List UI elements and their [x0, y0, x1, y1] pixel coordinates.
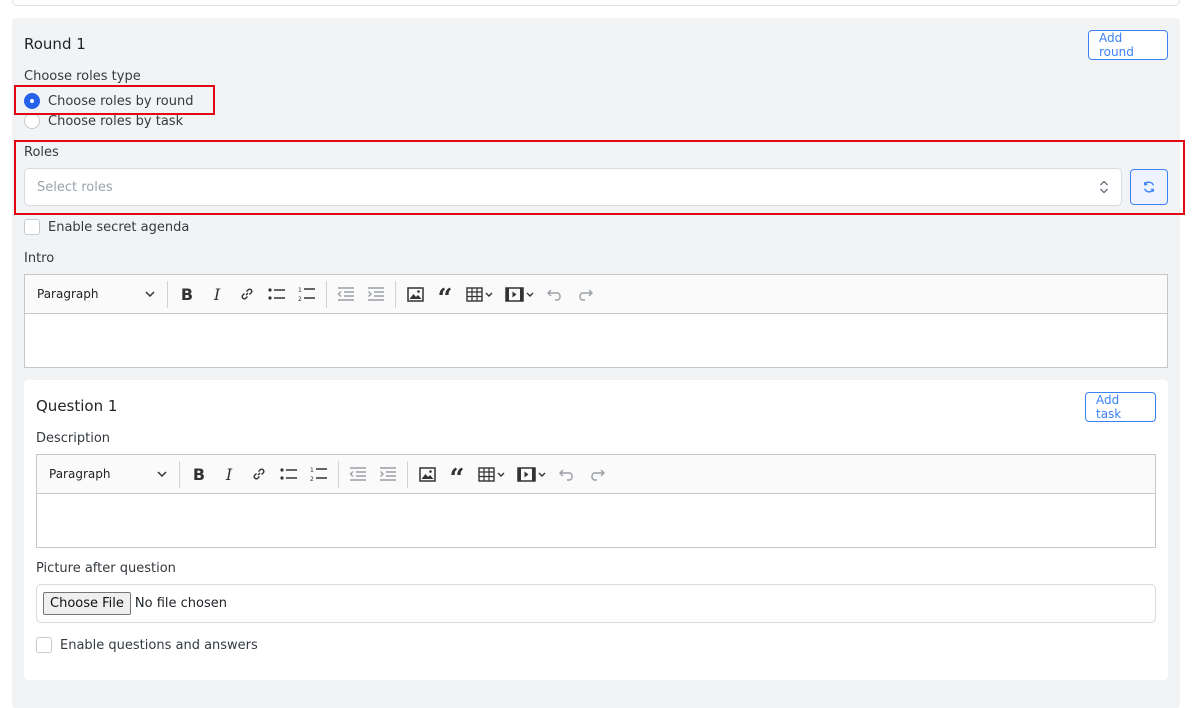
undo-button[interactable] [540, 279, 570, 309]
numbered-list-icon: 12 [310, 467, 327, 482]
insert-image-button[interactable] [400, 279, 430, 309]
previous-card-edge [12, 0, 1180, 6]
outdent-button[interactable] [331, 279, 361, 309]
insert-image-button[interactable] [412, 459, 442, 489]
redo-button[interactable] [570, 279, 600, 309]
heading-select-value: Paragraph [49, 467, 111, 481]
media-icon [505, 286, 534, 302]
secret-agenda-checkbox-row[interactable]: Enable secret agenda [24, 219, 189, 235]
quote-icon: “ [437, 284, 453, 314]
bulleted-list-icon [280, 468, 297, 480]
undo-icon [559, 469, 573, 481]
intro-editor: Paragraph B I 12 “ [24, 274, 1168, 368]
link-icon [241, 288, 253, 300]
intro-editor-content[interactable] [25, 314, 1167, 367]
toolbar-separator [167, 280, 168, 308]
indent-icon [380, 467, 396, 481]
bulleted-list-button[interactable] [262, 279, 292, 309]
indent-button[interactable] [361, 279, 391, 309]
media-icon [517, 466, 546, 482]
svg-text:1: 1 [298, 287, 302, 294]
toolbar-separator [326, 280, 327, 308]
radio-unchecked-icon[interactable] [24, 113, 40, 129]
secret-agenda-label: Enable secret agenda [48, 219, 190, 235]
numbered-list-button[interactable]: 12 [304, 459, 334, 489]
description-toolbar: Paragraph B I 12 “ [37, 455, 1155, 494]
bulleted-list-button[interactable] [274, 459, 304, 489]
question-title: Question 1 [36, 397, 118, 415]
svg-text:1: 1 [310, 467, 314, 474]
chevron-down-icon [157, 471, 167, 477]
redo-button[interactable] [582, 459, 612, 489]
qa-checkbox-row[interactable]: Enable questions and answers [36, 637, 258, 653]
link-icon [253, 468, 265, 480]
toolbar-separator [338, 460, 339, 488]
bold-icon: B [192, 464, 206, 484]
italic-icon: I [213, 284, 221, 304]
outdent-icon [349, 467, 366, 481]
redo-icon [579, 289, 593, 301]
table-icon [478, 466, 505, 482]
italic-icon: I [225, 464, 233, 484]
highlight-box-radio [14, 85, 215, 115]
redo-icon [591, 469, 605, 481]
heading-select-value: Paragraph [37, 287, 99, 301]
description-label: Description [36, 431, 111, 446]
quote-icon: “ [449, 464, 465, 494]
indent-button[interactable] [373, 459, 403, 489]
description-editor: Paragraph B I 12 “ [36, 454, 1156, 548]
toolbar-separator [179, 460, 180, 488]
add-round-button[interactable]: Add round [1088, 30, 1168, 60]
undo-button[interactable] [552, 459, 582, 489]
secret-agenda-checkbox[interactable] [24, 219, 40, 235]
image-icon [418, 466, 436, 482]
radio-by-task-label: Choose roles by task [48, 113, 184, 129]
heading-select[interactable]: Paragraph [41, 459, 175, 489]
link-button[interactable] [244, 459, 274, 489]
outdent-button[interactable] [343, 459, 373, 489]
description-editor-content[interactable] [37, 494, 1155, 547]
toolbar-separator [407, 460, 408, 488]
roles-type-label: Choose roles type [24, 69, 141, 84]
round-title: Round 1 [24, 35, 86, 53]
table-icon [466, 286, 493, 302]
choose-file-button[interactable]: Choose File [43, 592, 131, 615]
bold-icon: B [180, 284, 194, 304]
add-task-button[interactable]: Add task [1085, 392, 1156, 422]
bulleted-list-icon [268, 288, 285, 300]
heading-select[interactable]: Paragraph [29, 279, 163, 309]
insert-table-button[interactable] [472, 459, 512, 489]
insert-media-button[interactable] [512, 459, 552, 489]
insert-media-button[interactable] [500, 279, 540, 309]
outdent-icon [337, 287, 354, 301]
intro-toolbar: Paragraph B I 12 “ [25, 275, 1167, 314]
svg-text:2: 2 [298, 296, 302, 302]
svg-text:2: 2 [310, 476, 314, 482]
chevron-down-icon [145, 291, 155, 297]
indent-icon [368, 287, 384, 301]
bold-button[interactable]: B [184, 459, 214, 489]
numbered-list-button[interactable]: 12 [292, 279, 322, 309]
numbered-list-icon: 12 [298, 287, 315, 302]
insert-table-button[interactable] [460, 279, 500, 309]
radio-choose-by-task[interactable]: Choose roles by task [24, 113, 183, 129]
link-button[interactable] [232, 279, 262, 309]
italic-button[interactable]: I [214, 459, 244, 489]
blockquote-button[interactable]: “ [442, 459, 472, 494]
picture-label: Picture after question [36, 561, 176, 576]
file-status-text: No file chosen [134, 596, 227, 611]
blockquote-button[interactable]: “ [430, 279, 460, 314]
intro-label: Intro [24, 251, 55, 266]
bold-button[interactable]: B [172, 279, 202, 309]
qa-label: Enable questions and answers [60, 637, 258, 653]
italic-button[interactable]: I [202, 279, 232, 309]
image-icon [406, 286, 424, 302]
qa-checkbox[interactable] [36, 637, 52, 653]
picture-file-input[interactable]: Choose File No file chosen [36, 584, 1156, 623]
toolbar-separator [395, 280, 396, 308]
highlight-box-roles [14, 140, 1185, 215]
undo-icon [547, 289, 561, 301]
